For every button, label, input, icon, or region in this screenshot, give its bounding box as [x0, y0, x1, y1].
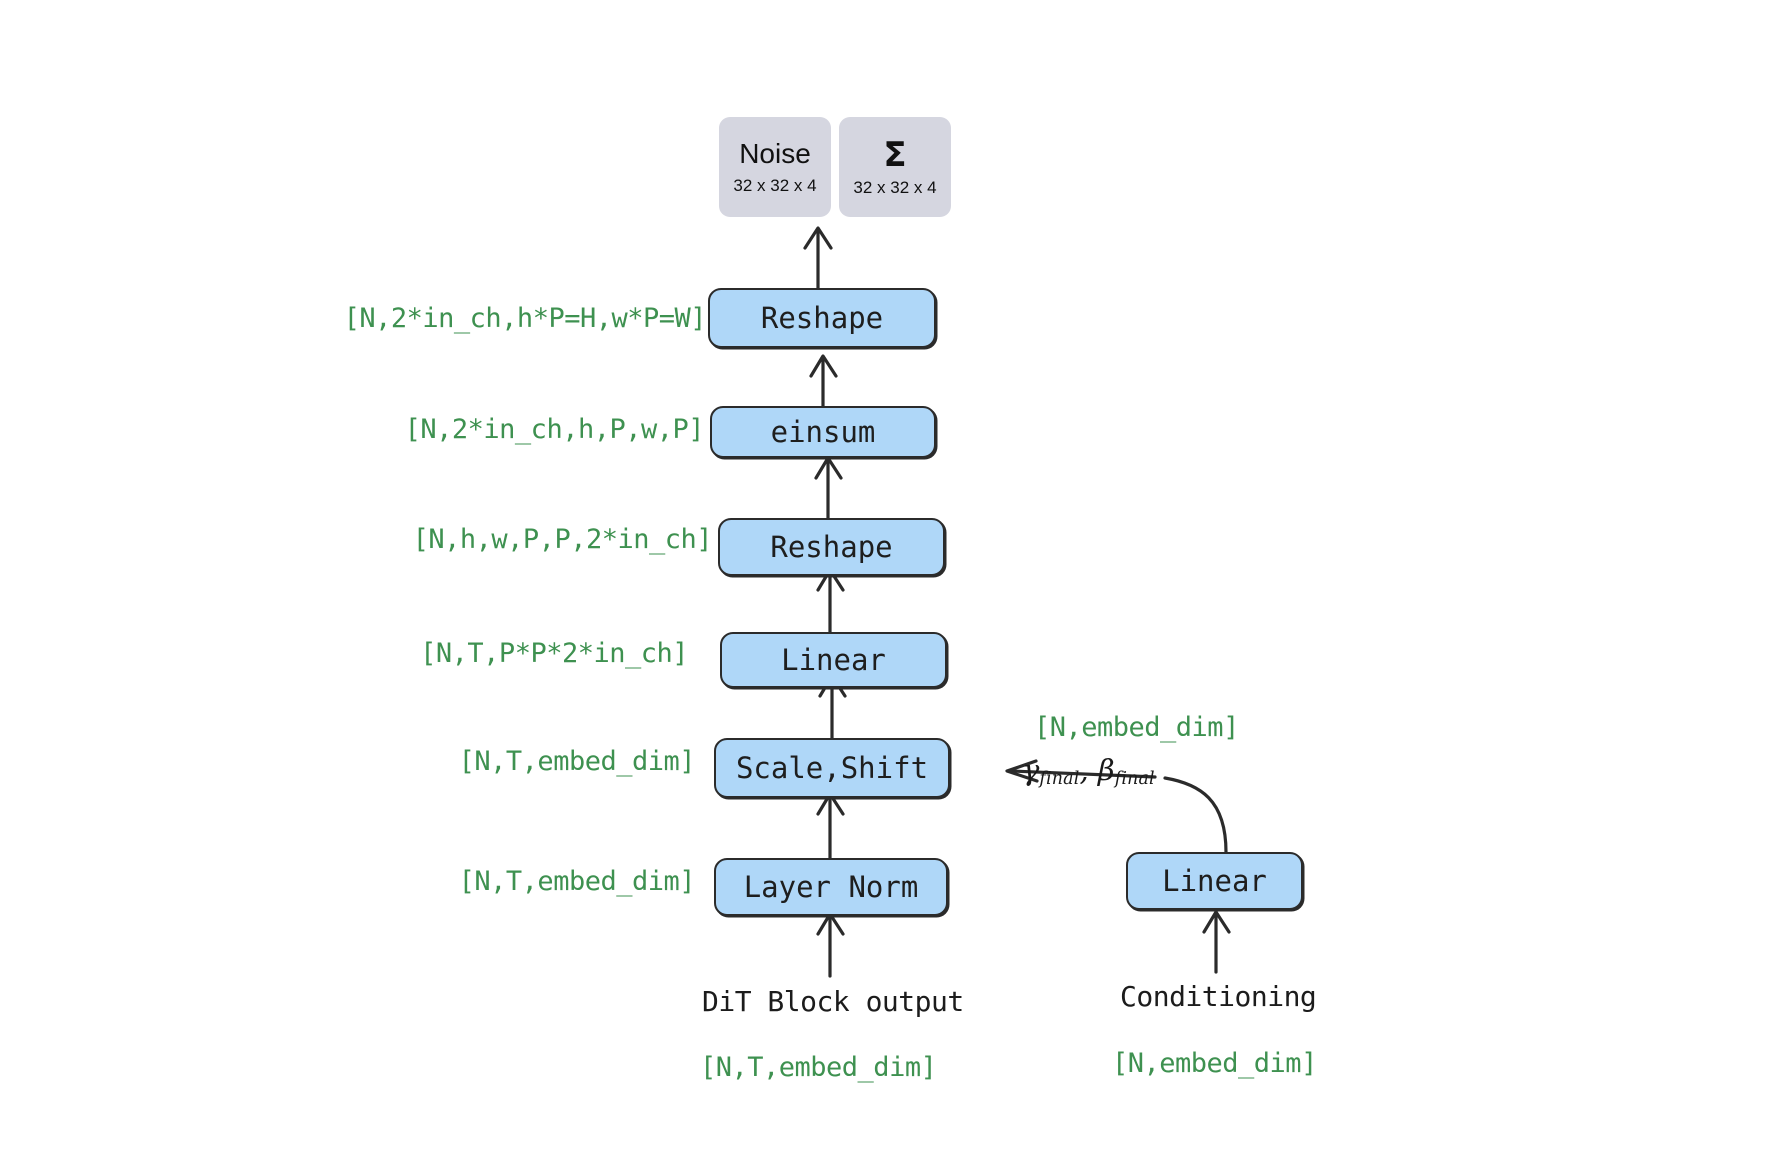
- node-reshape-mid-label: Reshape: [770, 530, 893, 564]
- node-einsum-label: einsum: [770, 415, 876, 449]
- gamma-symbol: γ: [1022, 753, 1040, 787]
- node-einsum[interactable]: einsum: [710, 406, 936, 458]
- shape-label-reshape-output: [N,2*in_ch,h*P=H,w*P=W]: [343, 303, 707, 334]
- shape-label-conditioning-branch: [N,embed_dim]: [1034, 712, 1239, 743]
- label-conditioning: Conditioning: [1120, 980, 1317, 1013]
- curve-linearcond-to-scaleshift: [1163, 776, 1228, 854]
- node-layer-norm[interactable]: Layer Norm: [714, 858, 948, 916]
- node-linear-conditioning-label: Linear: [1162, 864, 1267, 898]
- shape-label-einsum: [N,2*in_ch,h,P,w,P]: [404, 414, 705, 445]
- arrow-reshape-to-output-head: [803, 226, 833, 250]
- beta-symbol: β: [1097, 753, 1115, 787]
- label-dit-block-output: DiT Block output: [702, 985, 964, 1018]
- gamma-beta-final-label: γfinal, βfinal: [1022, 753, 1155, 789]
- gamma-subscript: final: [1039, 768, 1080, 789]
- node-scale-shift-label: Scale,Shift: [735, 751, 929, 785]
- node-reshape-mid[interactable]: Reshape: [718, 518, 945, 576]
- shape-label-linear-main: [N,T,P*P*2*in_ch]: [420, 638, 688, 669]
- node-linear-main-label: Linear: [781, 643, 886, 677]
- arrow-conditioning-to-linearcond-head: [1202, 910, 1231, 934]
- gamma-beta-separator: ,: [1079, 753, 1098, 787]
- output-noise-shape: 32 x 32 x 4: [733, 176, 817, 195]
- arrow-reshapemid-to-einsum-head: [814, 456, 843, 480]
- output-node-noise: Noise 32 x 32 x 4: [719, 117, 831, 217]
- beta-subscript: final: [1114, 768, 1155, 789]
- node-linear-conditioning[interactable]: Linear: [1126, 852, 1303, 910]
- output-noise-label: Noise: [739, 138, 811, 169]
- arrow-input-to-layernorm-head: [816, 912, 845, 936]
- arrow-einsum-to-reshape-head: [809, 354, 838, 378]
- shape-label-reshape-mid: [N,h,w,P,P,2*in_ch]: [412, 524, 713, 555]
- node-reshape-output-label: Reshape: [760, 301, 884, 335]
- node-scale-shift[interactable]: Scale,Shift: [714, 738, 950, 798]
- node-linear-main[interactable]: Linear: [720, 632, 947, 688]
- shape-label-dit-input: [N,T,embed_dim]: [700, 1052, 937, 1083]
- output-node-sigma: Σ 32 x 32 x 4: [839, 117, 951, 217]
- shape-label-layer-norm: [N,T,embed_dim]: [458, 866, 696, 897]
- diagram-canvas: Noise 32 x 32 x 4 Σ 32 x 32 x 4 Reshape …: [0, 0, 1770, 1172]
- output-sigma-shape: 32 x 32 x 4: [853, 178, 937, 197]
- node-reshape-output[interactable]: Reshape: [708, 288, 936, 348]
- node-layer-norm-label: Layer Norm: [743, 870, 919, 904]
- shape-label-scale-shift: [N,T,embed_dim]: [458, 746, 696, 777]
- shape-label-conditioning-input: [N,embed_dim]: [1112, 1048, 1317, 1079]
- sigma-symbol: Σ: [883, 135, 907, 175]
